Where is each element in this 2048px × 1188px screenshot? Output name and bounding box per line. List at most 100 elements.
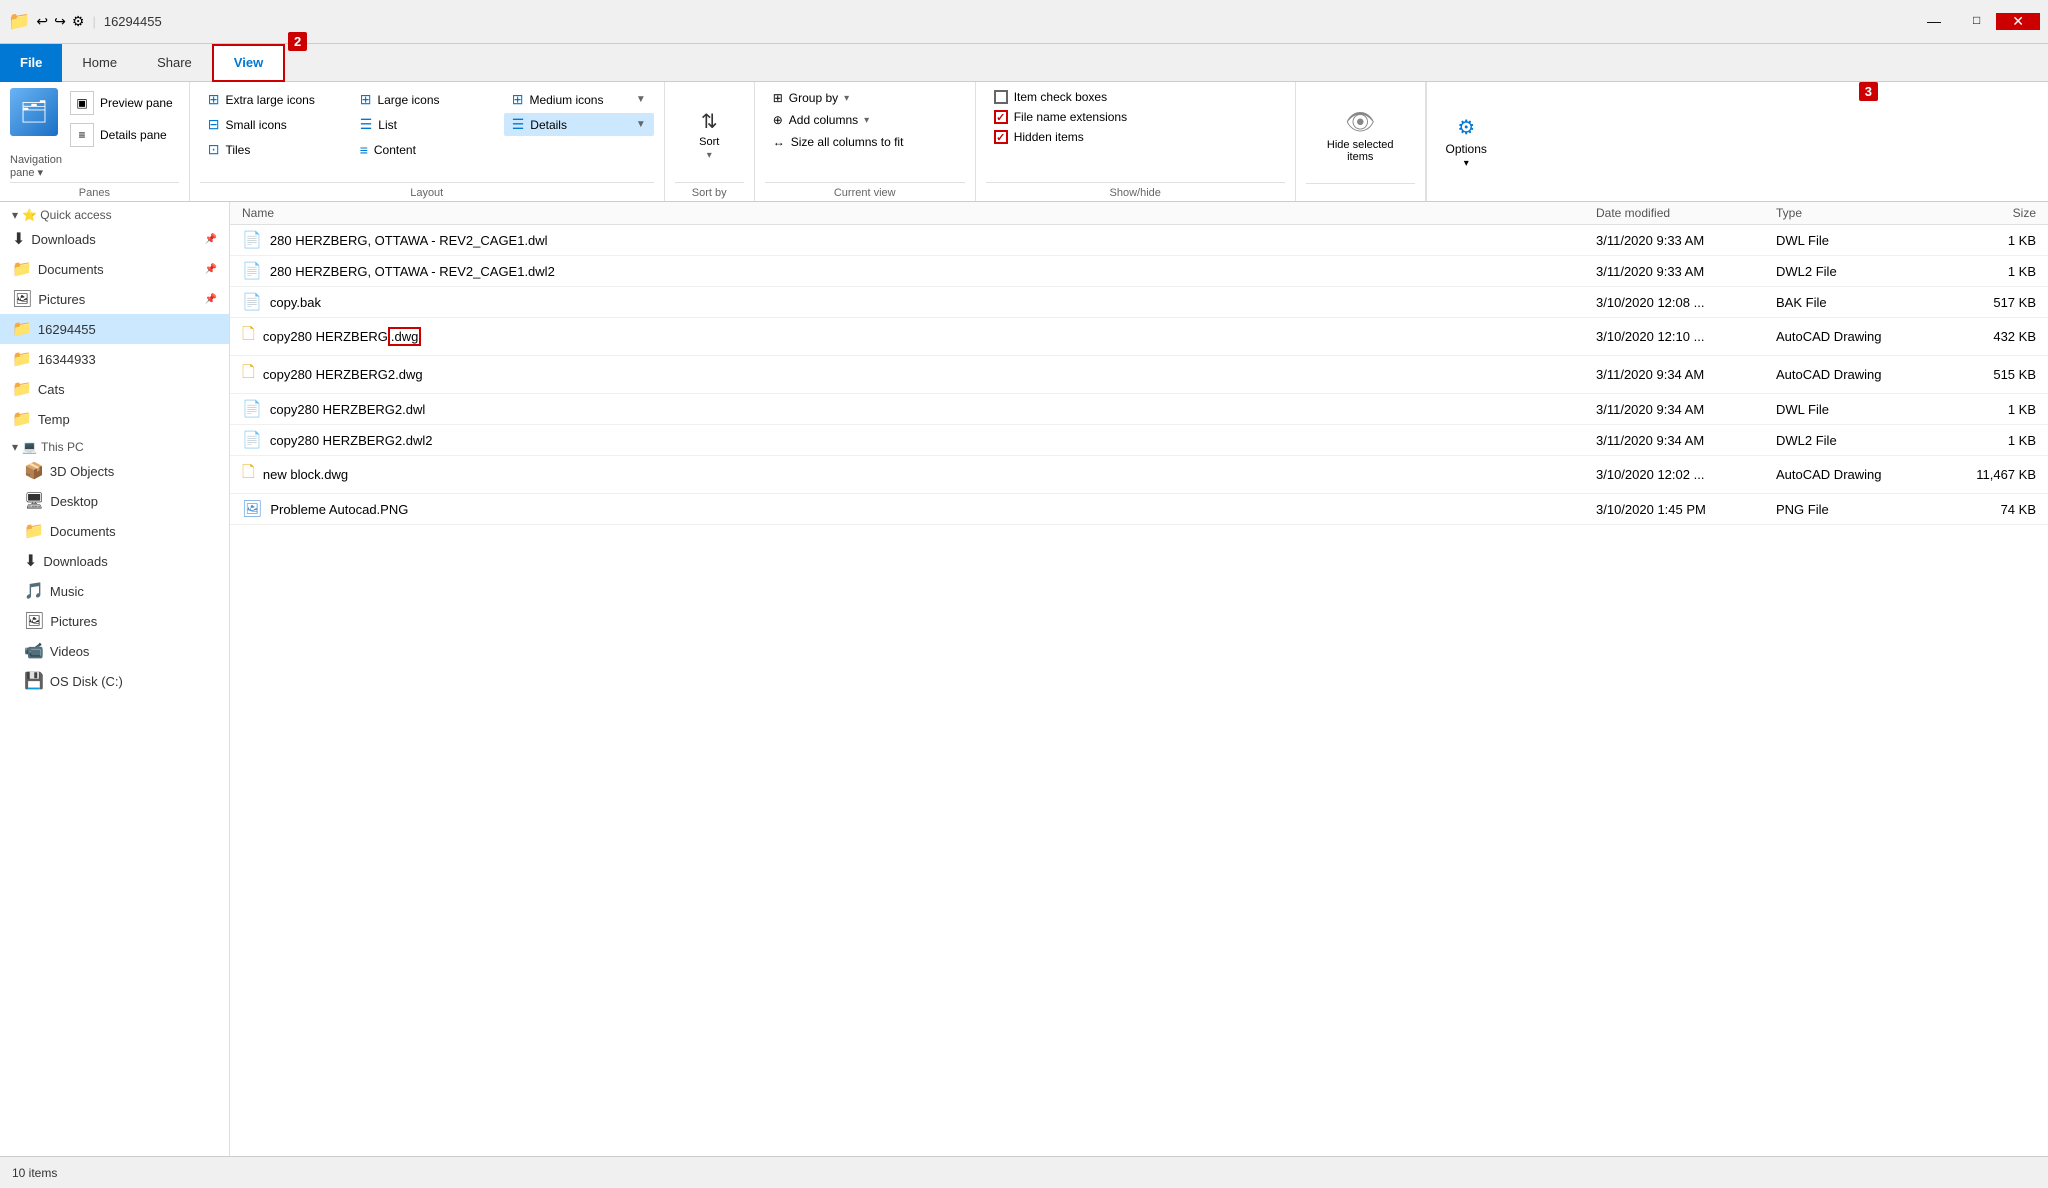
table-row[interactable]: 📄 280 HERZBERG, OTTAWA - REV2_CAGE1.dwl2… [230,256,2048,287]
file-type: DWL2 File [1776,433,1936,448]
header-type[interactable]: Type [1776,206,1936,220]
sidebar-item-pictures-pc[interactable]: 🖼 Pictures [0,606,229,636]
folder-16344933-icon: 📁 [12,349,32,369]
options-btn[interactable]: ⚙ Options ▾ [1426,82,1506,201]
sort-by-btn[interactable]: ⇅ Sort ▾ [695,105,723,165]
close-btn[interactable]: ✕ [1996,13,2040,30]
file-date: 3/11/2020 9:34 AM [1596,402,1776,417]
sidebar-item-cats[interactable]: 📁 Cats [0,374,229,404]
file-name-cell: 📄 copy280 HERZBERG2.dwl2 [242,430,1596,450]
file-list-header: Name Date modified Type Size [230,202,2048,225]
add-columns-btn[interactable]: ⊕ Add columns ▾ [765,110,877,130]
layout-extra-large[interactable]: ⊞ Extra large icons [200,88,350,111]
group-by-arrow: ▾ [844,93,849,104]
undo-btn[interactable]: ↩ [36,13,48,30]
hidden-items-checkbox[interactable] [994,130,1008,144]
sidebar-16294455-label: 16294455 [38,322,96,337]
preview-pane-btn[interactable]: ▣ Preview pane [64,88,179,118]
options-arrow: ▾ [1464,158,1469,169]
minimize-btn[interactable]: — [1911,13,1957,30]
file-name-cell: 🗋 copy280 HERZBERG.dwg [242,323,1596,350]
hide-selected-btn[interactable]: 👁 Hide selected items [1323,104,1398,167]
details-pane-btn[interactable]: ≡ Details pane [64,120,179,150]
layout-tiles[interactable]: ⊡ Tiles [200,138,350,161]
layout-dropdown-arrow-details: ▼ [636,119,646,130]
table-row[interactable]: 🖼 Probleme Autocad.PNG 3/10/2020 1:45 PM… [230,494,2048,525]
navigation-pane-label: Navigationpane ▾ [10,154,62,179]
hidden-items-row: Hidden items [986,128,1092,146]
group-by-btn[interactable]: ⊞ Group by ▾ [765,88,857,108]
file-icon: 📄 [242,261,262,281]
table-row[interactable]: 🗋 new block.dwg 3/10/2020 12:02 ... Auto… [230,456,2048,494]
file-name-extensions-checkbox[interactable] [994,110,1008,124]
layout-medium[interactable]: ⊞ Medium icons ▼ [504,88,654,111]
sidebar-videos-label: Videos [50,644,90,659]
sidebar-item-16344933[interactable]: 📁 16344933 [0,344,229,374]
sidebar-item-downloads-pc[interactable]: ⬇ Downloads [0,546,229,576]
header-date[interactable]: Date modified [1596,206,1776,220]
medium-icon: ⊞ [512,91,524,108]
ribbon-body: 🗂 ▣ Preview pane ≡ Details pane Navigati… [0,82,2048,202]
annotation-3-area: 3 [1859,84,1878,99]
quick-access-header[interactable]: ▾ ⭐ Quick access [0,202,229,224]
layout-content[interactable]: ≡ Content [352,138,502,161]
tab-home[interactable]: Home [62,44,137,82]
tab-view[interactable]: View 2 [212,44,285,82]
file-size: 1 KB [1936,264,2036,279]
table-row[interactable]: 🗋 copy280 HERZBERG.dwg 3/10/2020 12:10 .… [230,318,2048,356]
table-row[interactable]: 📄 copy280 HERZBERG2.dwl 3/11/2020 9:34 A… [230,394,2048,425]
navigation-pane-btn[interactable]: Navigationpane ▾ [10,154,62,179]
sidebar-item-temp[interactable]: 📁 Temp [0,404,229,434]
hidden-items-label: Hidden items [1014,130,1084,144]
layout-large[interactable]: ⊞ Large icons [352,88,502,111]
tab-share[interactable]: Share [137,44,212,82]
layout-small[interactable]: ⊟ Small icons [200,113,350,136]
file-size: 1 KB [1936,433,2036,448]
folder-16294455-icon: 📁 [12,319,32,339]
this-pc-header[interactable]: ▾ 💻 This PC [0,434,229,456]
sidebar-item-osdisk[interactable]: 💾 OS Disk (C:) [0,666,229,696]
size-all-columns-btn[interactable]: ↔ Size all columns to fit [765,132,912,152]
table-row[interactable]: 📄 copy280 HERZBERG2.dwl2 3/11/2020 9:34 … [230,425,2048,456]
quick-access-label: ⭐ Quick access [22,208,112,222]
sidebar-downloads-pc-label: Downloads [43,554,107,569]
title-bar-title: 16294455 [104,14,162,29]
sidebar-item-pictures-quick[interactable]: 🖼 Pictures 📌 [0,284,229,314]
header-size[interactable]: Size [1936,206,2036,220]
downloads-pc-icon: ⬇ [24,551,37,571]
sidebar-item-desktop[interactable]: 🖥 Desktop [0,486,229,516]
header-name[interactable]: Name [242,206,1596,220]
table-row[interactable]: 📄 280 HERZBERG, OTTAWA - REV2_CAGE1.dwl … [230,225,2048,256]
tab-file[interactable]: File [0,44,62,82]
osdisk-icon: 💾 [24,671,44,691]
panes-section-label: Panes [10,182,179,199]
file-icon-png: 🖼 [242,499,262,519]
sidebar-item-16294455[interactable]: 📁 16294455 [0,314,229,344]
navigation-pane-icon[interactable]: 🗂 [10,88,58,136]
file-date: 3/11/2020 9:34 AM [1596,367,1776,382]
maximize-btn[interactable]: □ [1957,13,1996,30]
file-type: DWL2 File [1776,264,1936,279]
sidebar-item-videos[interactable]: 📹 Videos [0,636,229,666]
item-checkboxes-checkbox[interactable] [994,90,1008,104]
documents-pc-icon: 📁 [24,521,44,541]
sidebar-item-downloads-quick[interactable]: ⬇ Downloads 📌 [0,224,229,254]
file-size: 11,467 KB [1936,467,2036,482]
sidebar-item-documents-pc[interactable]: 📁 Documents [0,516,229,546]
layout-list[interactable]: ☰ List [352,113,502,136]
properties-btn[interactable]: ⚙ [72,13,85,30]
layout-details[interactable]: ☰ Details ▼ [504,113,654,136]
details-pane-icon: ≡ [70,123,94,147]
sidebar-pictures-pc-label: Pictures [50,614,97,629]
redo-btn[interactable]: ↪ [54,13,66,30]
table-row[interactable]: 📄 copy.bak 3/10/2020 12:08 ... BAK File … [230,287,2048,318]
file-name-label: new block.dwg [263,467,348,482]
file-name-cell: 🖼 Probleme Autocad.PNG [242,499,1596,519]
sidebar-item-documents-quick[interactable]: 📁 Documents 📌 [0,254,229,284]
file-icon: 📄 [242,399,262,419]
sidebar-item-music[interactable]: 🎵 Music [0,576,229,606]
sidebar: ▾ ⭐ Quick access ⬇ Downloads 📌 📁 Documen… [0,202,230,1156]
small-icon: ⊟ [208,116,220,133]
sidebar-item-3d-objects[interactable]: 📦 3D Objects [0,456,229,486]
table-row[interactable]: 🗋 copy280 HERZBERG2.dwg 3/11/2020 9:34 A… [230,356,2048,394]
